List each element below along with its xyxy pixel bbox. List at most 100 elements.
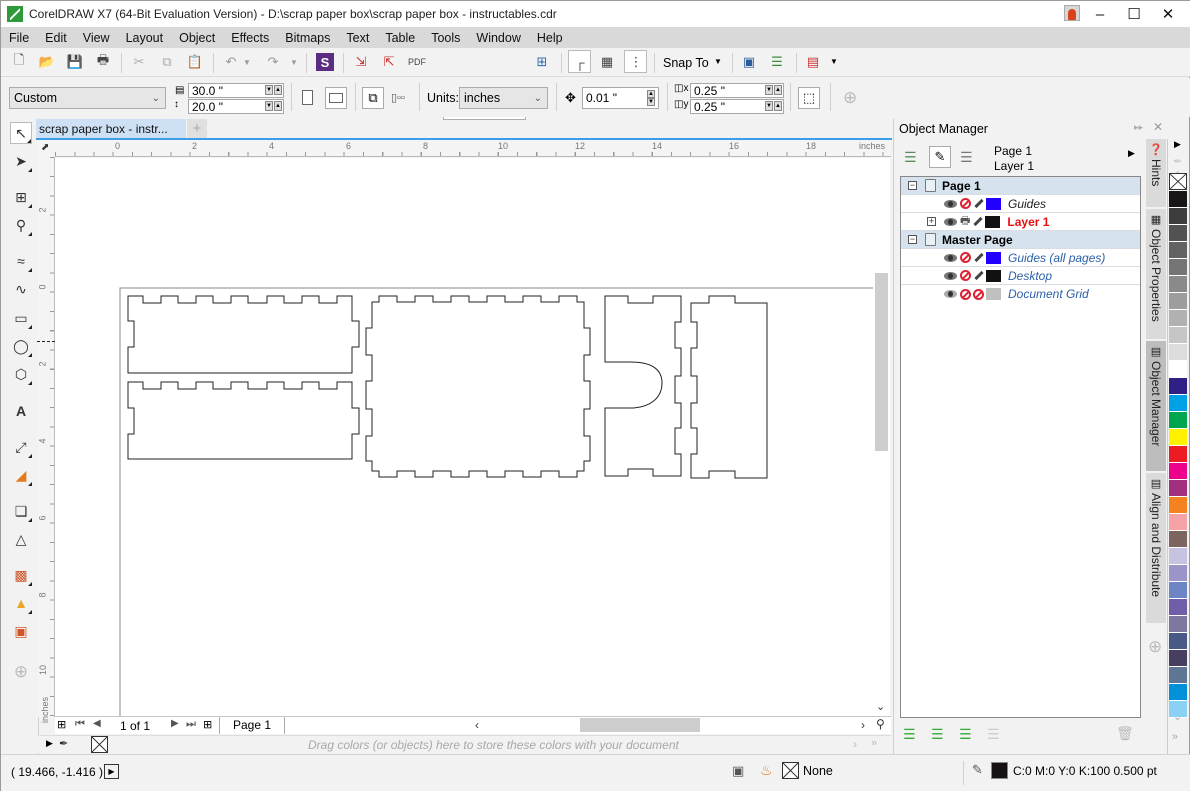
export-icon[interactable]: ⇱ [380,53,398,71]
menu-text[interactable]: Text [346,31,369,45]
vertical-ruler[interactable]: 2 0 2 4 6 8 10 inches [37,157,55,723]
tree-layer-guides-all-pages[interactable]: Guides (all pages) [901,249,1140,267]
object-tree[interactable]: − Page 1 Guides + 🖶 Layer 1 − Master Pag… [900,176,1141,718]
palette-scroll-down-icon[interactable]: ⌄ [1173,710,1182,723]
rectangle-tool-icon[interactable]: ▭ [10,307,32,329]
spin-up-icon[interactable]: ▲ [274,85,282,95]
palette-swatch[interactable] [1169,310,1187,327]
minimize-button[interactable]: – [1083,4,1117,24]
tab-object-manager[interactable]: ▤ Object Manager [1146,341,1166,471]
spin-down-icon[interactable]: ▼ [265,101,273,111]
add-page-after-icon[interactable]: ⊞ [203,718,212,731]
no-color-swatch[interactable] [1169,173,1187,190]
palette-expand-icon[interactable]: » [1172,731,1178,743]
user-account-icon[interactable] [1064,5,1080,21]
editable-icon[interactable] [974,252,984,263]
open-icon[interactable]: 📂 [38,53,56,71]
spin-down-icon[interactable]: ▼ [765,85,773,95]
page-height-field[interactable]: 20.0 " ▼ ▲ [188,99,284,114]
visibility-icon[interactable] [944,253,957,262]
palette-scroll-right-icon[interactable]: › [853,737,857,751]
palette-swatch[interactable] [1169,497,1187,514]
options-icon[interactable]: ▣ [740,53,758,71]
snap-to-menu[interactable]: Snap To [663,56,709,70]
horizontal-scrollbar-thumb[interactable] [580,718,700,732]
box-side-panel-2[interactable] [127,381,360,460]
duplicate-x-field[interactable]: 0.25 " ▼ ▲ [690,83,784,98]
layer-color-swatch[interactable] [986,251,1001,264]
menu-help[interactable]: Help [537,31,563,45]
printable-disabled-icon[interactable] [960,252,971,263]
palette-swatch[interactable] [1169,225,1187,242]
spin-up-icon[interactable]: ▲ [647,90,655,98]
editable-icon[interactable] [974,198,984,209]
tab-object-properties[interactable]: ▦ Object Properties [1146,209,1166,339]
palette-expand-icon[interactable]: » [871,737,877,749]
dimension-tool-icon[interactable]: ⤢ [10,436,32,458]
printable-disabled-icon[interactable] [960,198,971,209]
scroll-left-icon[interactable]: ‹ [475,718,479,732]
box-bottom-panel[interactable] [365,295,591,478]
smart-fill-tool-icon[interactable]: ▣ [10,620,32,642]
layer-color-swatch[interactable] [986,197,1001,210]
add-page-before-icon[interactable]: ⊞ [57,718,66,731]
box-front-panel-with-cutout[interactable] [604,295,682,477]
editable-icon[interactable] [974,270,984,281]
docker-close-icon[interactable]: ✕ [1153,120,1163,134]
visibility-icon[interactable] [944,199,957,208]
undo-dropdown-icon[interactable]: ▼ [238,53,256,71]
visibility-off-icon[interactable] [944,290,957,298]
new-master-layer-odd-pages-icon[interactable]: ☰ [959,726,972,743]
new-master-layer-all-pages-icon[interactable]: ☰ [931,726,944,743]
tree-page-1[interactable]: − Page 1 [901,177,1140,195]
new-document-icon[interactable]: 🗋 [10,52,28,71]
snap-to-dropdown-icon[interactable]: ▼ [714,57,722,66]
redo-dropdown-icon[interactable]: ▼ [285,53,303,71]
printable-disabled-icon[interactable] [960,270,971,281]
menu-tools[interactable]: Tools [431,31,460,45]
expand-icon[interactable]: + [927,217,936,226]
printable-icon[interactable]: 🖶 [960,212,970,231]
menu-edit[interactable]: Edit [45,31,67,45]
palette-swatch[interactable] [1169,191,1187,208]
publish-pdf-icon[interactable]: PDF [408,53,426,71]
current-page-icon[interactable]: ▯▫▫ [391,91,405,104]
connector-tool-icon[interactable]: ◢ [10,464,32,486]
scroll-down-icon[interactable]: ⌄ [876,700,885,713]
collapse-icon[interactable]: − [908,181,917,190]
polygon-tool-icon[interactable]: ⬡ [10,363,32,385]
spin-down-icon[interactable]: ▼ [265,85,273,95]
collapse-icon[interactable]: − [908,235,917,244]
tree-layer-document-grid[interactable]: Document Grid [901,285,1140,303]
paste-icon[interactable]: 📋 [186,53,204,71]
palette-swatch[interactable] [1169,514,1187,531]
palette-swatch[interactable] [1169,582,1187,599]
palette-swatch[interactable] [1169,463,1187,480]
spin-down-icon[interactable]: ▼ [647,98,655,106]
visibility-icon[interactable] [944,217,957,226]
landscape-button[interactable] [325,87,347,109]
palette-swatch[interactable] [1169,684,1187,701]
pick-tool-icon[interactable]: ↖ [10,122,32,144]
box-back-panel[interactable] [690,295,768,479]
units-select[interactable]: inches ⌄ [459,87,548,109]
fill-icon[interactable]: ♨ [760,762,773,779]
application-launcher-icon[interactable]: ▤ [804,53,822,71]
docker-collapse-icon[interactable]: ▸▸ [1134,122,1143,133]
all-pages-button[interactable]: ⧉ [362,87,384,109]
layer-color-swatch[interactable] [986,269,1001,282]
menu-bitmaps[interactable]: Bitmaps [285,31,330,45]
interactive-fill-tool-icon[interactable]: ▲ [10,592,32,614]
drawing-area[interactable] [55,158,873,716]
palette-swatch[interactable] [1169,412,1187,429]
box-side-panel-1[interactable] [127,295,360,374]
save-icon[interactable]: 💾 [66,53,84,71]
outline-pen-icon[interactable]: ✎ [972,762,983,778]
add-docker-icon[interactable]: ⊕ [1148,637,1162,657]
palette-swatch[interactable] [1169,276,1187,293]
launcher-dropdown-icon[interactable]: ▼ [830,57,838,66]
next-page-icon[interactable]: ▶ [171,718,179,729]
nudge-distance-field[interactable]: 0.01 " ▲ ▼ [582,87,659,109]
tab-hints[interactable]: ❓ Hints [1146,139,1166,207]
customize-toolbox-add-icon[interactable]: ⊕ [10,661,32,683]
